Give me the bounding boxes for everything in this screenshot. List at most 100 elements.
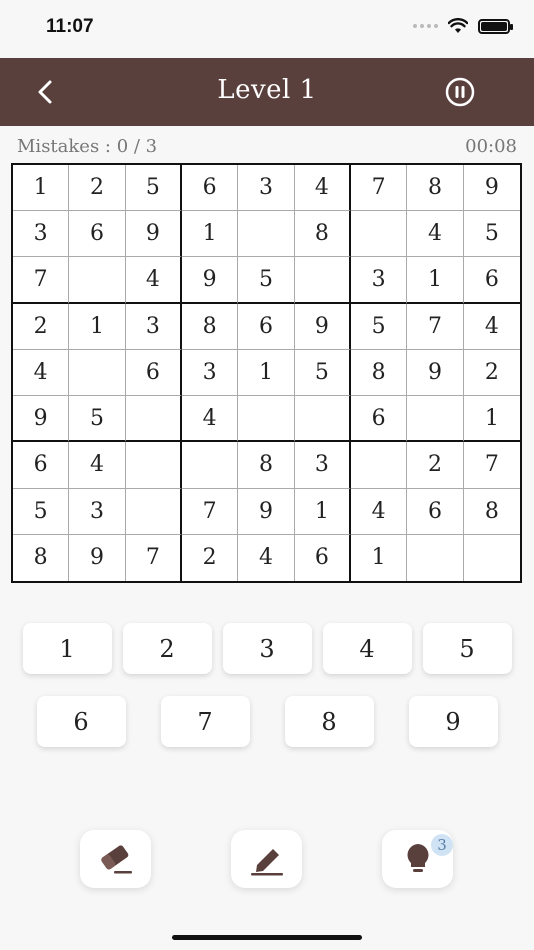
sudoku-cell[interactable]: 9 [407, 349, 464, 397]
sudoku-cell[interactable]: 2 [407, 442, 464, 489]
sudoku-cell[interactable]: 4 [69, 442, 126, 489]
sudoku-cell[interactable] [294, 396, 351, 443]
sudoku-cell[interactable]: 8 [463, 488, 520, 535]
sudoku-cell[interactable]: 6 [294, 534, 351, 581]
sudoku-cell[interactable]: 3 [125, 303, 182, 350]
hint-button[interactable]: 3 [382, 830, 453, 888]
status-icons [413, 18, 513, 34]
sudoku-cell[interactable]: 4 [407, 211, 464, 258]
erase-button[interactable] [80, 830, 151, 888]
number-key-3[interactable]: 3 [222, 623, 312, 674]
sudoku-cell[interactable]: 7 [350, 165, 408, 212]
sudoku-cell[interactable]: 4 [125, 257, 182, 304]
sudoku-cell[interactable]: 8 [238, 442, 295, 489]
sudoku-cell[interactable]: 9 [125, 211, 182, 258]
sudoku-cell[interactable] [125, 396, 182, 443]
sudoku-cell[interactable] [350, 442, 408, 489]
sudoku-cell[interactable] [350, 211, 408, 258]
sudoku-cell[interactable]: 3 [181, 349, 239, 397]
sudoku-cell[interactable]: 5 [69, 396, 126, 443]
sudoku-cell[interactable] [463, 534, 520, 581]
sudoku-cell[interactable]: 3 [350, 257, 408, 304]
sudoku-cell[interactable]: 4 [463, 303, 520, 350]
sudoku-cell[interactable]: 8 [407, 165, 464, 212]
sudoku-cell[interactable]: 6 [181, 165, 239, 212]
sudoku-cell[interactable]: 9 [238, 488, 295, 535]
sudoku-cell[interactable]: 1 [407, 257, 464, 304]
sudoku-cell[interactable]: 6 [407, 488, 464, 535]
sudoku-cell[interactable]: 5 [463, 211, 520, 258]
sudoku-cell[interactable]: 1 [238, 349, 295, 397]
sudoku-cell[interactable]: 2 [181, 534, 239, 581]
number-keypad-row-1: 12345 [0, 623, 534, 674]
sudoku-cell[interactable]: 7 [125, 534, 182, 581]
sudoku-cell[interactable]: 2 [69, 165, 126, 212]
sudoku-cell[interactable]: 9 [13, 396, 70, 443]
sudoku-cell[interactable]: 6 [238, 303, 295, 350]
sudoku-cell[interactable]: 1 [13, 165, 70, 212]
number-key-4[interactable]: 4 [322, 623, 412, 674]
sudoku-cell[interactable] [294, 257, 351, 304]
sudoku-cell[interactable]: 9 [294, 303, 351, 350]
sudoku-cell[interactable] [407, 534, 464, 581]
sudoku-cell[interactable]: 5 [238, 257, 295, 304]
sudoku-cell[interactable]: 6 [125, 349, 182, 397]
sudoku-cell[interactable] [407, 396, 464, 443]
sudoku-cell[interactable]: 1 [69, 303, 126, 350]
sudoku-cell[interactable]: 3 [238, 165, 295, 212]
sudoku-cell[interactable]: 2 [13, 303, 70, 350]
sudoku-cell[interactable]: 6 [13, 442, 70, 489]
sudoku-cell[interactable]: 4 [350, 488, 408, 535]
sudoku-cell[interactable]: 3 [294, 442, 351, 489]
sudoku-cell[interactable]: 3 [13, 211, 70, 258]
sudoku-cell[interactable]: 8 [181, 303, 239, 350]
nav-bar: Level 1 [0, 58, 534, 126]
number-key-6[interactable]: 6 [36, 696, 126, 747]
number-key-1[interactable]: 1 [22, 623, 112, 674]
sudoku-cell[interactable]: 9 [69, 534, 126, 581]
sudoku-cell[interactable]: 1 [350, 534, 408, 581]
sudoku-cell[interactable]: 1 [294, 488, 351, 535]
number-key-8[interactable]: 8 [284, 696, 374, 747]
sudoku-cell[interactable]: 9 [463, 165, 520, 212]
sudoku-cell[interactable]: 6 [350, 396, 408, 443]
pencil-notes-button[interactable] [231, 830, 302, 888]
sudoku-cell[interactable]: 7 [463, 442, 520, 489]
home-indicator [172, 935, 362, 940]
sudoku-cell[interactable]: 7 [181, 488, 239, 535]
sudoku-cell[interactable]: 5 [350, 303, 408, 350]
sudoku-cell[interactable]: 4 [13, 349, 70, 397]
sudoku-cell[interactable]: 6 [463, 257, 520, 304]
sudoku-cell[interactable] [238, 211, 295, 258]
sudoku-cell[interactable]: 4 [238, 534, 295, 581]
sudoku-cell[interactable] [181, 442, 239, 489]
sudoku-cell[interactable]: 8 [13, 534, 70, 581]
sudoku-cell[interactable]: 3 [69, 488, 126, 535]
battery-icon [478, 18, 513, 34]
sudoku-cell[interactable] [69, 349, 126, 397]
sudoku-cell[interactable]: 7 [407, 303, 464, 350]
sudoku-cell[interactable] [125, 442, 182, 489]
sudoku-cell[interactable]: 4 [181, 396, 239, 443]
sudoku-cell[interactable]: 8 [350, 349, 408, 397]
pause-button[interactable] [444, 76, 476, 108]
sudoku-cell[interactable] [69, 257, 126, 304]
number-key-9[interactable]: 9 [408, 696, 498, 747]
number-key-2[interactable]: 2 [122, 623, 212, 674]
sudoku-cell[interactable]: 2 [463, 349, 520, 397]
number-key-7[interactable]: 7 [160, 696, 250, 747]
number-key-5[interactable]: 5 [422, 623, 512, 674]
sudoku-cell[interactable]: 8 [294, 211, 351, 258]
sudoku-cell[interactable]: 5 [294, 349, 351, 397]
sudoku-cell[interactable]: 7 [13, 257, 70, 304]
sudoku-cell[interactable]: 5 [13, 488, 70, 535]
sudoku-cell[interactable] [238, 396, 295, 443]
sudoku-cell[interactable] [125, 488, 182, 535]
sudoku-cell[interactable]: 9 [181, 257, 239, 304]
sudoku-cell[interactable]: 4 [294, 165, 351, 212]
sudoku-cell[interactable]: 1 [463, 396, 520, 443]
tool-bar: 3 [0, 830, 534, 890]
sudoku-cell[interactable]: 1 [181, 211, 239, 258]
sudoku-cell[interactable]: 6 [69, 211, 126, 258]
sudoku-cell[interactable]: 5 [125, 165, 182, 212]
